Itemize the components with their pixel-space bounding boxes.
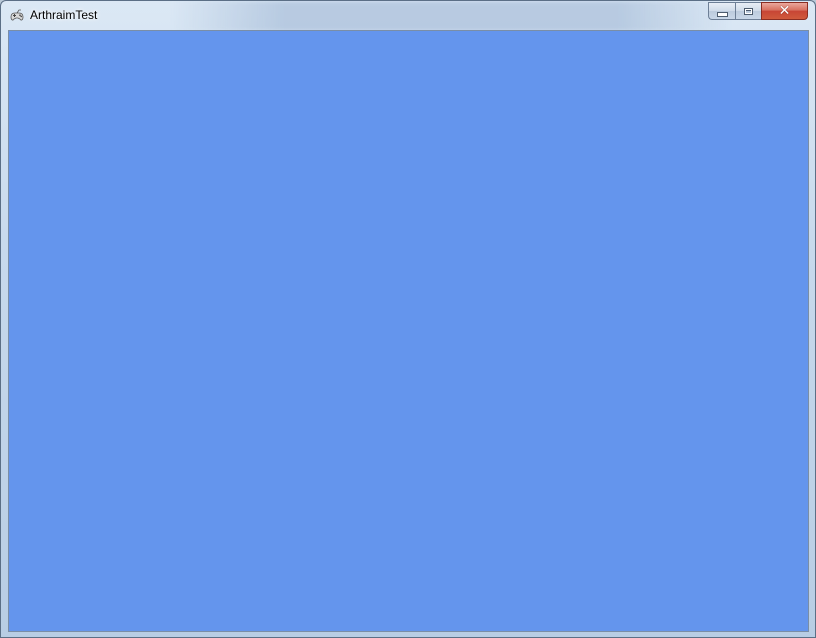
maximize-button[interactable] bbox=[735, 2, 761, 20]
minimize-button[interactable] bbox=[708, 2, 735, 20]
close-icon: ✕ bbox=[778, 3, 791, 19]
controller-icon bbox=[9, 8, 25, 24]
app-window: ArthraimTest ✕ bbox=[0, 0, 816, 638]
window-title: ArthraimTest bbox=[30, 8, 98, 22]
game-viewport[interactable] bbox=[8, 30, 809, 632]
window-controls: ✕ bbox=[708, 2, 808, 21]
maximize-icon bbox=[744, 7, 753, 15]
minimize-icon bbox=[716, 11, 728, 17]
close-button[interactable]: ✕ bbox=[761, 2, 808, 20]
title-bar[interactable]: ArthraimTest ✕ bbox=[1, 1, 815, 30]
